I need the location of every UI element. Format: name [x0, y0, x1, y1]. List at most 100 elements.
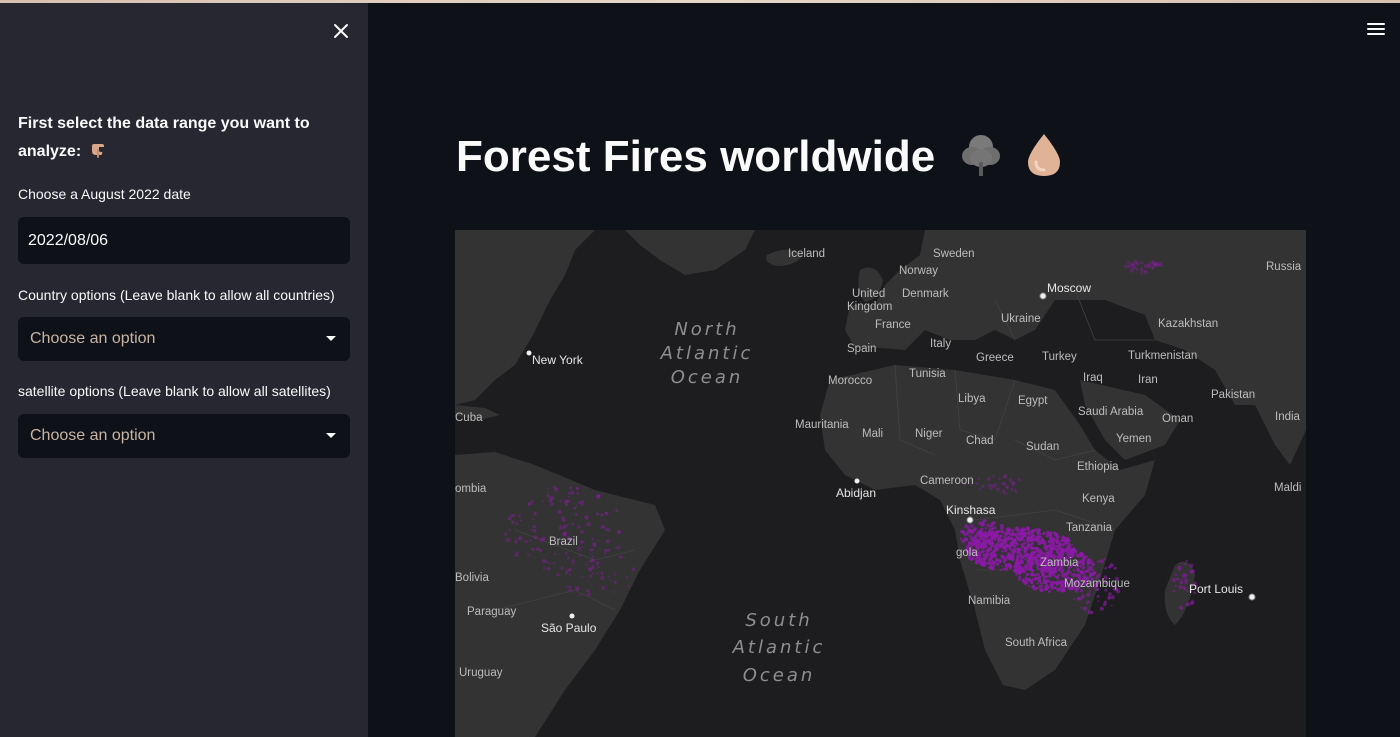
fire-point: [1055, 549, 1059, 552]
fire-point: [1048, 543, 1053, 547]
fire-point: [564, 571, 568, 575]
fire-point: [562, 518, 566, 522]
fire-point: [1033, 553, 1036, 555]
country-label: Egypt: [1018, 395, 1048, 407]
fire-point: [526, 552, 529, 555]
fire-point: [591, 555, 594, 558]
fire-point: [1036, 560, 1039, 563]
city-label: Abidjan: [836, 486, 876, 500]
fire-point: [992, 560, 996, 565]
fire-point: [566, 586, 568, 588]
fire-point: [991, 484, 996, 489]
ocean-label-south-3: Ocean: [743, 665, 816, 686]
satellite-placeholder: Choose an option: [30, 427, 156, 444]
fire-point: [1051, 547, 1055, 550]
fire-point: [567, 492, 570, 495]
fire-point: [541, 536, 546, 541]
fire-point: [584, 515, 589, 520]
city-label: Moscow: [1047, 281, 1091, 295]
fire-point: [1081, 566, 1085, 570]
fire-point: [978, 488, 981, 491]
fire-point: [987, 566, 990, 569]
fire-point: [1033, 534, 1036, 538]
fire-point: [1019, 528, 1022, 531]
country-label: Denmark: [902, 288, 949, 300]
fire-point: [1152, 263, 1157, 267]
fire-point: [604, 551, 607, 554]
fire-point: [975, 561, 978, 564]
fire-point: [1008, 555, 1011, 559]
fire-point: [966, 529, 971, 534]
fire-point: [1071, 544, 1073, 546]
fire-point: [1025, 572, 1030, 577]
fire-point: [1082, 556, 1086, 560]
close-icon: [334, 24, 348, 38]
fire-point: [1185, 559, 1188, 563]
fire-point: [568, 573, 572, 576]
fire-point: [515, 551, 519, 554]
hamburger-menu-button[interactable]: [1366, 20, 1386, 38]
fire-point: [1038, 579, 1042, 583]
country-label: Uruguay: [459, 667, 503, 679]
fire-point: [1174, 573, 1178, 576]
fire-point: [545, 560, 548, 564]
fire-point: [1079, 551, 1084, 556]
fire-point: [988, 476, 990, 479]
fire-point: [1053, 586, 1056, 589]
fire-point: [961, 539, 965, 544]
fire-point: [1048, 590, 1051, 593]
fire-point: [981, 484, 985, 489]
city-label: Kinshasa: [946, 503, 996, 517]
fire-point: [617, 545, 621, 549]
fire-point: [592, 542, 597, 547]
fire-point: [1010, 480, 1015, 485]
fire-point: [1113, 566, 1117, 570]
fire-point: [1075, 574, 1078, 577]
world-map[interactable]: North Atlantic Ocean South Atlantic Ocea…: [455, 230, 1306, 737]
fire-point: [1002, 482, 1007, 487]
fire-point: [595, 561, 600, 566]
close-sidebar-button[interactable]: [328, 18, 354, 44]
fire-point: [967, 533, 969, 536]
fire-point: [568, 495, 571, 498]
fire-point: [618, 530, 622, 534]
country-label: Iran: [1138, 374, 1158, 386]
fire-point: [1031, 578, 1035, 582]
fire-point: [1015, 560, 1020, 565]
fire-point: [989, 555, 994, 560]
fire-point: [998, 559, 1002, 563]
country-label: Brazil: [549, 536, 578, 548]
city-label: Port Louis: [1189, 582, 1243, 596]
fire-point: [587, 592, 592, 597]
country-label: Cameroon: [920, 475, 974, 487]
fire-point: [627, 584, 630, 588]
fire-point: [1103, 557, 1106, 560]
fire-point: [581, 546, 583, 548]
fire-point: [607, 548, 611, 552]
date-input[interactable]: 2022/08/06: [18, 217, 350, 264]
fire-point: [604, 548, 608, 552]
fire-point: [554, 552, 556, 555]
country-label: Yemen: [1116, 433, 1151, 445]
fire-point: [1071, 548, 1076, 553]
fire-point: [1079, 570, 1084, 575]
fire-point: [1073, 598, 1076, 600]
fire-point: [1132, 271, 1135, 274]
fire-point: [1008, 532, 1012, 536]
fire-point: [1180, 578, 1183, 581]
satellite-select[interactable]: Choose an option: [18, 414, 350, 458]
fire-point: [613, 572, 617, 576]
fire-point: [971, 542, 975, 545]
fire-point: [1179, 580, 1184, 585]
fire-point: [1178, 585, 1183, 589]
fire-point: [542, 500, 544, 503]
fire-point: [1136, 261, 1140, 266]
country-select[interactable]: Choose an option: [18, 317, 350, 361]
country-label: Paraguay: [467, 606, 516, 618]
fire-point: [1019, 531, 1024, 536]
country-label: Morocco: [828, 375, 872, 387]
fire-point: [998, 477, 1001, 481]
fire-point: [552, 485, 556, 489]
fire-point: [507, 516, 512, 521]
fire-point: [1024, 565, 1027, 568]
